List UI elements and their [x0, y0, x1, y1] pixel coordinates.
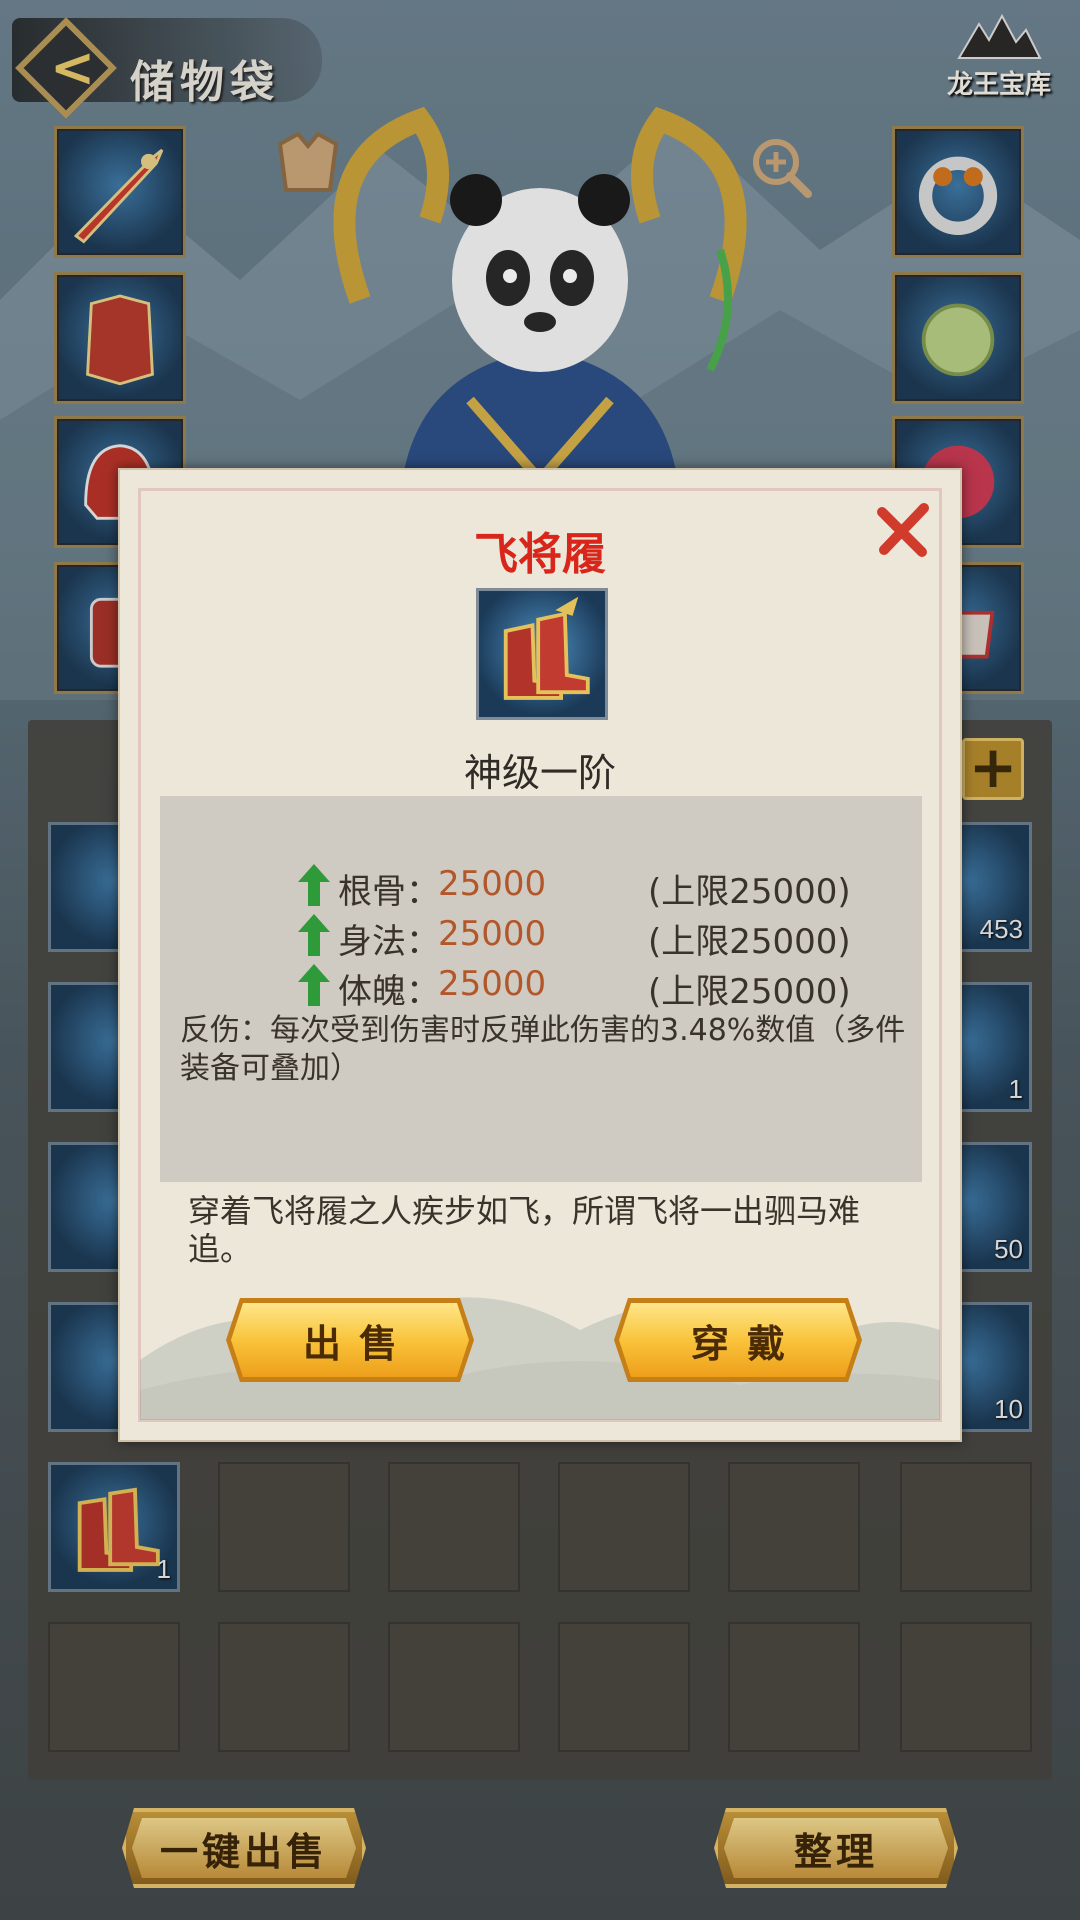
arrow-up-icon	[298, 914, 330, 956]
stat-row: 根骨： 25000 (上限25000)	[160, 860, 922, 912]
stat-name: 体魄：	[338, 972, 440, 1012]
item-name: 飞将履	[474, 529, 606, 580]
sell-label: 出售	[302, 1321, 415, 1366]
stat-name: 身法：	[338, 922, 440, 962]
stat-value: 25000	[438, 864, 547, 904]
stat-value: 25000	[438, 914, 547, 954]
stat-cap: (上限25000)	[648, 872, 851, 912]
stat-name: 根骨：	[338, 872, 440, 912]
stats-panel: 根骨： 25000 (上限25000) 身法： 25000 (上限25000) …	[160, 796, 922, 1182]
equip-button[interactable]: 穿戴	[614, 1298, 862, 1382]
stat-row: 体魄： 25000 (上限25000)	[160, 960, 922, 1012]
item-icon-frame	[476, 588, 608, 720]
sell-button[interactable]: 出售	[226, 1298, 474, 1382]
stat-row: 身法： 25000 (上限25000)	[160, 910, 922, 962]
boots-icon	[503, 596, 590, 700]
item-grade: 神级一阶	[463, 751, 616, 795]
stat-cap: (上限25000)	[648, 922, 851, 962]
special-effect-text: 反伤：每次受到伤害时反弹此伤害的3.48%数值（多件装备可叠加）	[180, 1013, 906, 1086]
close-icon[interactable]	[874, 500, 934, 560]
item-flavor-text: 穿着飞将履之人疾步如飞，所谓飞将一出驷马难追。	[188, 1192, 861, 1268]
equip-label: 穿戴	[690, 1321, 803, 1366]
stat-value: 25000	[438, 964, 547, 1004]
arrow-up-icon	[298, 864, 330, 906]
arrow-up-icon	[298, 964, 330, 1006]
item-detail-modal: 飞将履 神级一阶 根骨： 25000 (上限25000) 身法： 25000 (…	[118, 468, 962, 1442]
stat-cap: (上限25000)	[648, 972, 851, 1012]
